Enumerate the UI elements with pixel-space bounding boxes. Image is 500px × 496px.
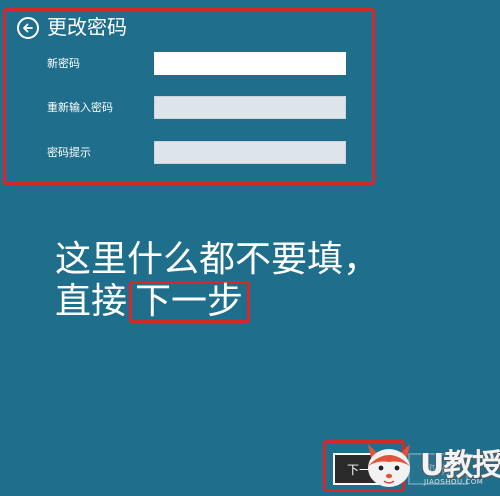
confirm-password-label: 重新输入密码 [47, 101, 113, 114]
back-button[interactable] [17, 17, 39, 39]
annotation-highlight: 下一步 [129, 281, 251, 323]
new-password-input[interactable] [154, 52, 346, 75]
next-button[interactable]: 下一步 [333, 453, 399, 485]
new-password-label: 新密码 [47, 57, 80, 70]
page-title: 更改密码 [47, 15, 127, 39]
annotation-line-2: 直接 下一步 [55, 280, 251, 324]
annotation-line-2-prefix: 直接 [55, 281, 128, 322]
password-hint-label: 密码提示 [47, 146, 91, 159]
cancel-button[interactable]: 取消 [408, 453, 468, 485]
arrow-left-circle-icon [23, 23, 33, 33]
confirm-password-input[interactable] [154, 96, 346, 119]
change-password-page: 更改密码 新密码 重新输入密码 密码提示 这里什么都不要填， 直接 下一步 下一步… [0, 0, 500, 496]
password-hint-input[interactable] [154, 141, 346, 164]
annotation-line-1: 这里什么都不要填， [55, 239, 380, 280]
